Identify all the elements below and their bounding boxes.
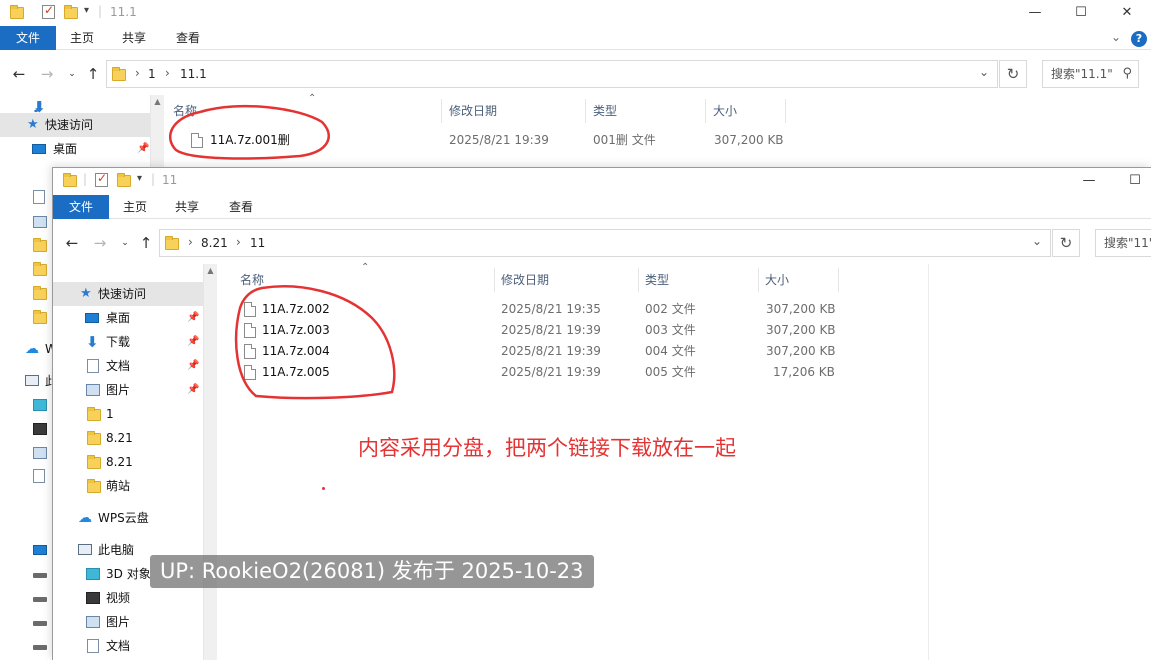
red-dot-mark (322, 487, 325, 490)
watermark: UP: RookieO2(26081) 发布于 2025-10-23 (150, 555, 594, 588)
annotation-text: 内容采用分盘，把两个链接下载放在一起 (358, 436, 736, 460)
